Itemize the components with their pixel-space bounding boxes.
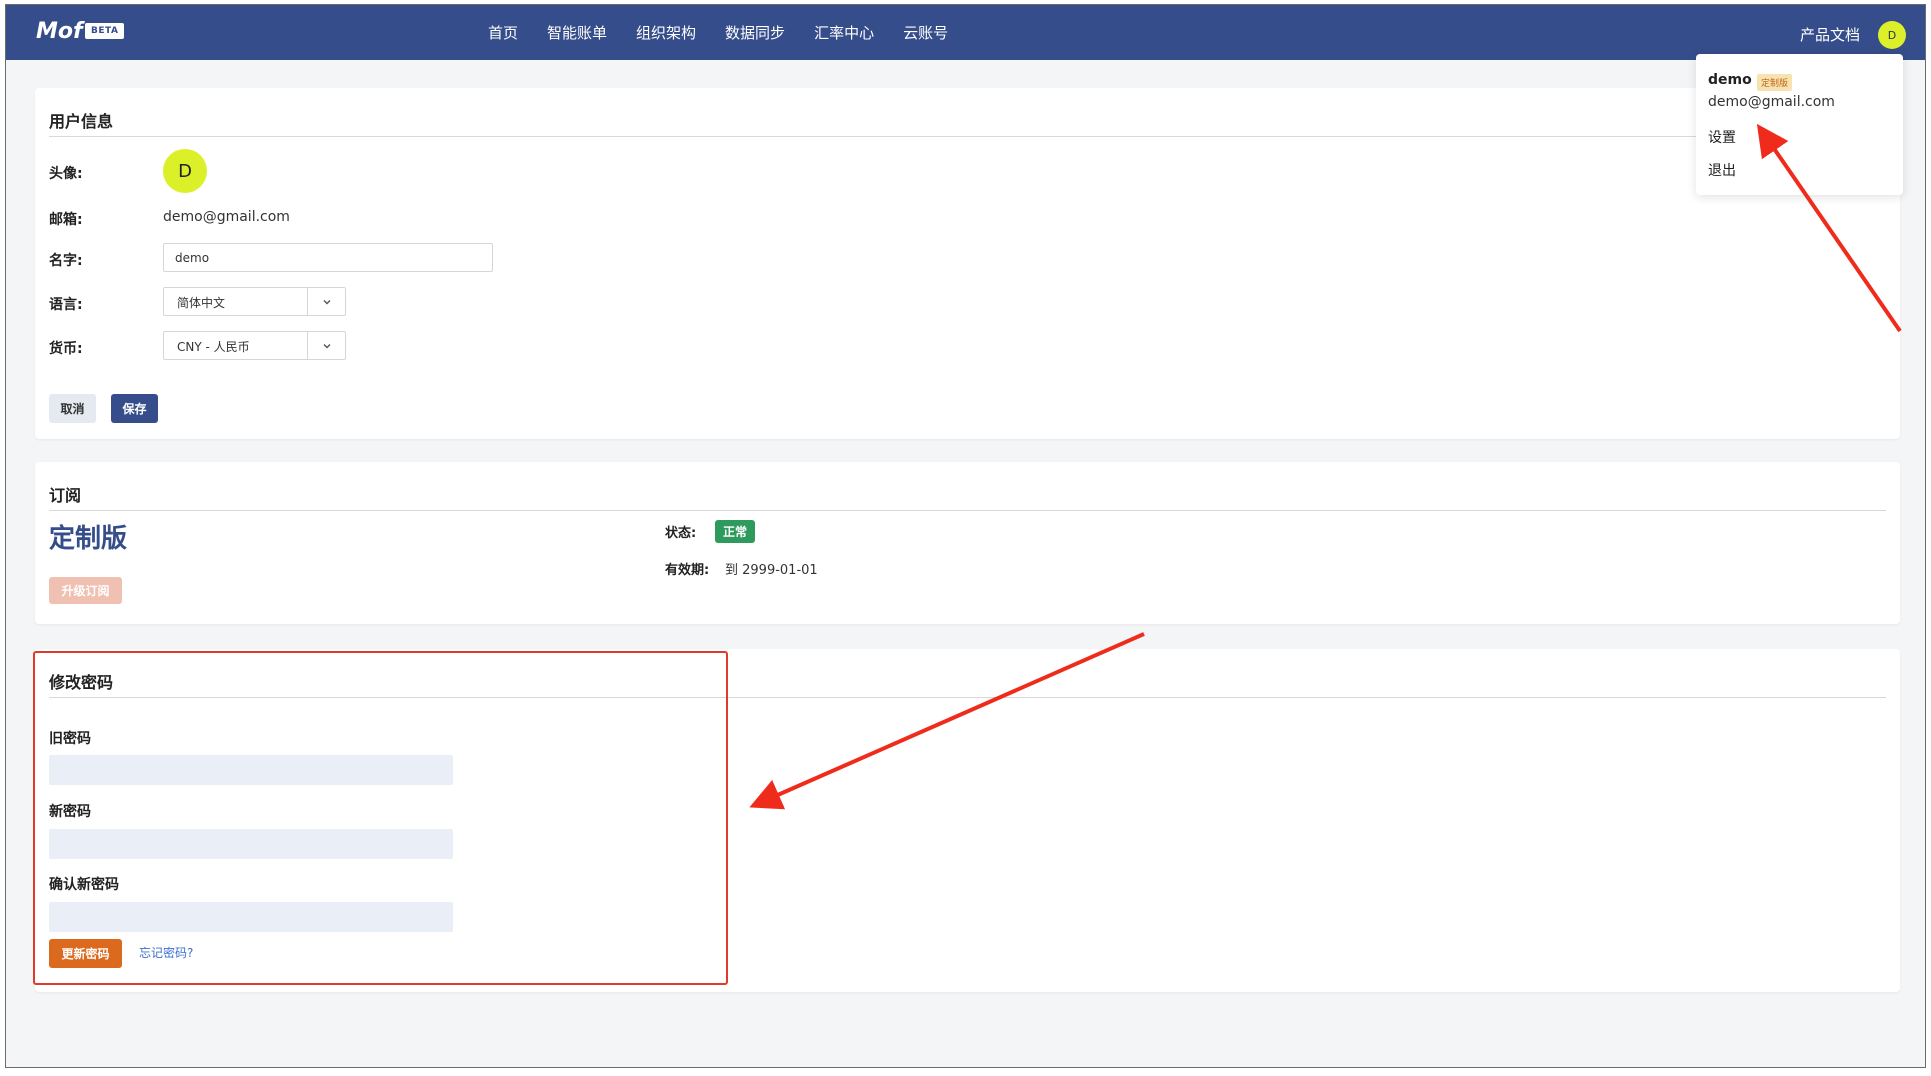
avatar-label: 头像:	[49, 166, 83, 182]
status-badge: 正常	[715, 520, 756, 543]
beta-badge: BETA	[85, 23, 125, 39]
currency-value: CNY - 人民币	[177, 340, 250, 354]
user-info-card: 用户信息 头像: D 邮箱: demo@gmail.com 名字: 语言: 简体…	[35, 88, 1900, 439]
cancel-button[interactable]: 取消	[49, 394, 96, 423]
chevron-down-icon	[307, 288, 345, 315]
email-label: 邮箱:	[49, 212, 83, 228]
change-password-title: 修改密码	[49, 673, 114, 692]
menu-username: demo	[1708, 72, 1752, 88]
language-label: 语言:	[49, 297, 83, 313]
change-password-card: 修改密码 旧密码 新密码 确认新密码 更新密码 忘记密码?	[35, 649, 1900, 992]
menu-email: demo@gmail.com	[1708, 94, 1835, 110]
update-password-button[interactable]: 更新密码	[49, 939, 122, 968]
user-info-title: 用户信息	[49, 112, 114, 131]
upgrade-subscription-button[interactable]: 升级订阅	[49, 577, 122, 604]
subscription-card: 订阅 定制版 升级订阅 状态: 正常 有效期: 到 2999-01-01	[35, 462, 1900, 624]
menu-item-logout[interactable]: 退出	[1708, 160, 1736, 180]
app-logo[interactable]: Mof	[36, 19, 83, 44]
currency-select[interactable]: CNY - 人民币	[163, 331, 346, 360]
product-docs-link[interactable]: 产品文档	[1800, 24, 1860, 45]
nav-item-org-structure[interactable]: 组织架构	[636, 22, 696, 43]
nav-item-cloud-accounts[interactable]: 云账号	[903, 22, 948, 43]
language-select[interactable]: 简体中文	[163, 287, 346, 316]
divider	[49, 697, 1886, 698]
language-value: 简体中文	[177, 296, 226, 310]
confirm-password-label: 确认新密码	[49, 877, 119, 893]
nav-item-data-sync[interactable]: 数据同步	[725, 22, 785, 43]
nav-item-home[interactable]: 首页	[488, 22, 518, 43]
old-password-input[interactable]	[49, 755, 453, 785]
email-value: demo@gmail.com	[163, 209, 290, 225]
expiration-label: 有效期:	[665, 563, 710, 578]
currency-label: 货币:	[49, 341, 83, 357]
top-navbar: Mof BETA 首页 智能账单 组织架构 数据同步 汇率中心 云账号 产品文档…	[6, 5, 1925, 60]
avatar[interactable]: D	[163, 149, 207, 193]
main-nav: 首页 智能账单 组织架构 数据同步 汇率中心 云账号	[488, 5, 977, 60]
status-label: 状态:	[665, 526, 697, 541]
confirm-password-input[interactable]	[49, 902, 453, 932]
name-input[interactable]	[163, 243, 493, 272]
chevron-down-icon	[307, 332, 345, 359]
menu-plan-badge: 定制版	[1757, 74, 1793, 91]
new-password-label: 新密码	[49, 804, 91, 820]
app-window: Mof BETA 首页 智能账单 组织架构 数据同步 汇率中心 云账号 产品文档…	[5, 4, 1926, 1068]
nav-item-smart-billing[interactable]: 智能账单	[547, 22, 607, 43]
expiration-value: 到 2999-01-01	[725, 563, 818, 578]
new-password-input[interactable]	[49, 829, 453, 859]
subscription-title: 订阅	[49, 486, 82, 505]
nav-item-exchange-rate[interactable]: 汇率中心	[814, 22, 874, 43]
plan-name: 定制版	[49, 524, 128, 554]
old-password-label: 旧密码	[49, 731, 91, 747]
menu-item-settings[interactable]: 设置	[1708, 127, 1736, 147]
save-button[interactable]: 保存	[111, 394, 158, 423]
forgot-password-link[interactable]: 忘记密码?	[139, 944, 193, 961]
name-label: 名字:	[49, 253, 83, 269]
divider	[49, 510, 1886, 511]
user-avatar-button[interactable]: D	[1878, 21, 1906, 49]
user-menu-dropdown: demo 定制版 demo@gmail.com 设置 退出	[1696, 54, 1903, 195]
divider	[49, 136, 1886, 137]
